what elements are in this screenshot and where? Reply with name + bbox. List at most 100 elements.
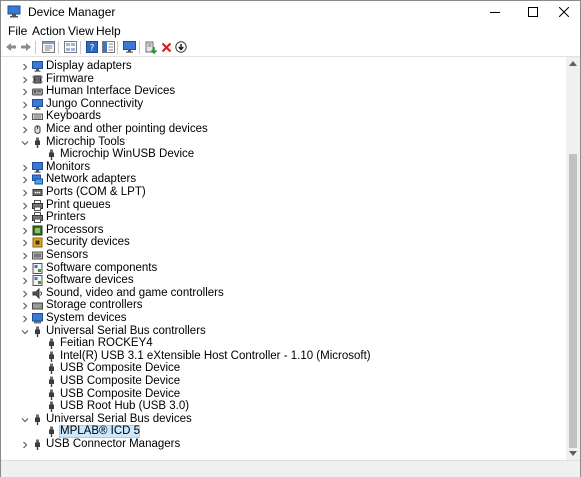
tree-item-label: Microchip WinUSB Device xyxy=(60,148,195,161)
minimize-icon xyxy=(490,12,500,13)
tree-item-label: Security devices xyxy=(46,236,130,249)
chevron-down-icon[interactable] xyxy=(21,328,29,336)
chevron-right-icon[interactable] xyxy=(21,88,29,96)
chevron-down-icon[interactable] xyxy=(21,139,29,147)
port-icon xyxy=(32,189,43,196)
usb-plug-icon xyxy=(49,426,54,438)
network-icon xyxy=(32,174,43,185)
speaker-icon xyxy=(32,287,42,299)
tree-item-label: Universal Serial Bus controllers xyxy=(46,324,206,337)
chevron-right-icon[interactable] xyxy=(21,214,29,222)
view-options-button[interactable] xyxy=(101,40,115,54)
scroll-down-icon[interactable] xyxy=(569,451,577,456)
back-button[interactable] xyxy=(4,40,18,54)
scan-hardware-button[interactable] xyxy=(122,40,136,54)
tree-category[interactable]: USB Connector Managers xyxy=(1,438,566,452)
tree-item-label: Intel(R) USB 3.1 eXtensible Host Control… xyxy=(60,349,371,362)
chevron-right-icon[interactable] xyxy=(21,315,29,323)
forward-button[interactable] xyxy=(19,40,33,54)
window-title: Device Manager xyxy=(28,5,116,19)
tree-item-label: Feitian ROCKEY4 xyxy=(60,337,153,350)
chevron-right-icon[interactable] xyxy=(21,239,29,247)
disable-device-button[interactable] xyxy=(174,40,188,54)
console-tree-icon xyxy=(41,41,55,53)
vertical-scrollbar[interactable] xyxy=(566,57,580,460)
title-bar[interactable]: Device Manager xyxy=(1,1,580,23)
usb-plug-icon xyxy=(49,149,54,161)
tree-item-label: Network adapters xyxy=(46,173,137,186)
tree-item-label: Keyboards xyxy=(46,110,101,123)
chevron-right-icon[interactable] xyxy=(21,302,29,310)
monitor-scan-icon xyxy=(122,41,136,53)
chevron-right-icon[interactable] xyxy=(21,227,29,235)
toolbar-separator xyxy=(139,41,140,54)
status-bar xyxy=(1,460,580,477)
chevron-right-icon[interactable] xyxy=(21,76,29,84)
chevron-right-icon[interactable] xyxy=(21,265,29,273)
view-pane-icon xyxy=(101,41,115,53)
tree-item-label: Jungo Connectivity xyxy=(46,97,144,110)
security-icon xyxy=(32,237,43,248)
menu-action[interactable]: Action xyxy=(32,24,65,38)
close-icon xyxy=(559,7,569,17)
chip-icon xyxy=(32,75,43,84)
chevron-right-icon[interactable] xyxy=(21,252,29,260)
tree-item-label: Ports (COM & LPT) xyxy=(46,186,146,198)
chevron-right-icon[interactable] xyxy=(21,189,29,197)
help-icon: ? xyxy=(86,41,98,53)
tree-item-label: Human Interface Devices xyxy=(46,85,176,98)
svg-text:?: ? xyxy=(90,44,95,54)
tree-item-label: Microchip Tools xyxy=(46,135,126,148)
chevron-down-icon[interactable] xyxy=(21,416,29,424)
uninstall-device-button[interactable] xyxy=(159,40,173,54)
device-manager-app-icon xyxy=(7,5,21,18)
tree-item-label: Monitors xyxy=(46,160,91,173)
maximize-button[interactable] xyxy=(516,1,550,23)
mouse-icon xyxy=(34,125,41,134)
chevron-right-icon[interactable] xyxy=(21,63,29,71)
keyboard-icon xyxy=(32,113,43,121)
tree-item-label: Sensors xyxy=(46,249,89,261)
chevron-right-icon[interactable] xyxy=(21,176,29,184)
tree-item-label: USB Composite Device xyxy=(60,387,181,400)
chevron-right-icon[interactable] xyxy=(21,101,29,109)
chevron-right-icon[interactable] xyxy=(21,113,29,121)
update-driver-button[interactable] xyxy=(144,40,158,54)
properties-pane-button[interactable] xyxy=(41,40,55,54)
minimize-button[interactable] xyxy=(478,1,512,23)
menu-view[interactable]: View xyxy=(68,24,94,38)
toolbar-separator xyxy=(58,41,59,54)
scrollbar-thumb[interactable] xyxy=(569,154,577,448)
toolbar-separator xyxy=(80,41,81,54)
tree-item-label: Processors xyxy=(46,223,104,236)
usb-plug-icon xyxy=(49,338,54,350)
chevron-right-icon[interactable] xyxy=(21,277,29,285)
tree-item-label: System devices xyxy=(46,312,127,324)
tree-item-label: USB Composite Device xyxy=(60,362,181,375)
list-view-button[interactable] xyxy=(63,40,77,54)
chevron-right-icon[interactable] xyxy=(21,441,29,449)
tree-item-label: USB Connector Managers xyxy=(46,438,181,450)
usb-plug-icon xyxy=(49,401,54,413)
chevron-right-icon[interactable] xyxy=(21,126,29,134)
maximize-icon xyxy=(528,7,538,17)
toolbar-separator xyxy=(117,41,118,54)
chevron-right-icon[interactable] xyxy=(21,164,29,172)
device-tree[interactable]: Display adapters Firmware Human Interface … xyxy=(1,57,566,460)
monitor-icon xyxy=(32,98,43,110)
close-button[interactable] xyxy=(547,1,581,23)
menu-bar: File Action View Help xyxy=(1,23,580,39)
menu-help[interactable]: Help xyxy=(96,24,121,38)
tree-item-label: USB Composite Device xyxy=(60,375,181,387)
download-circle-icon xyxy=(175,41,187,53)
tree-item-label: Display adapters xyxy=(46,60,132,72)
usb-plug-icon xyxy=(35,439,40,450)
chevron-right-icon[interactable] xyxy=(21,290,29,298)
help-button[interactable]: ? xyxy=(85,40,99,54)
scroll-up-icon[interactable] xyxy=(569,61,577,66)
list-view-icon xyxy=(63,41,77,53)
tree-item-label: Software devices xyxy=(46,274,134,287)
chevron-right-icon[interactable] xyxy=(21,202,29,210)
usb-plug-icon xyxy=(49,376,54,387)
menu-file[interactable]: File xyxy=(8,24,27,38)
